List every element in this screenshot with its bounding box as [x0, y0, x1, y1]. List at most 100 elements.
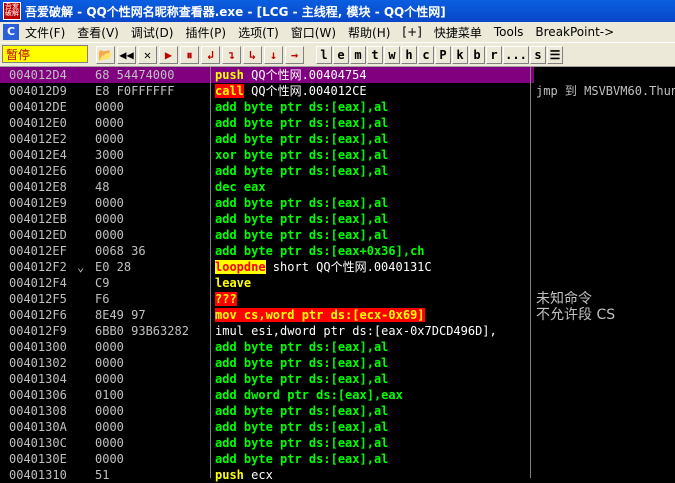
row-disassembly[interactable]: add byte ptr ds:[eax],al [211, 211, 534, 227]
menu-breakpoint[interactable]: BreakPoint-> [535, 25, 614, 39]
disassembly-pane[interactable]: 004012D4 004012D9 004012DE 004012E0 004012E2… [0, 67, 675, 482]
view-button-h[interactable]: h [401, 46, 417, 64]
view-button-t[interactable]: t [367, 46, 383, 64]
view-button-m[interactable]: m [350, 46, 366, 64]
row-hex-bytes[interactable]: 3000 [90, 147, 215, 163]
row-disassembly[interactable]: add dword ptr ds:[eax],eax [211, 387, 534, 403]
row-disassembly[interactable]: add byte ptr ds:[eax],al [211, 403, 534, 419]
row-address[interactable]: 0040130E [0, 451, 99, 467]
row-address[interactable]: 004012E0 [0, 115, 99, 131]
row-address[interactable]: 00401310 [0, 467, 99, 483]
row-disassembly[interactable]: leave [211, 275, 534, 291]
rewind-button[interactable]: ◀◀ [117, 46, 136, 64]
row-disassembly[interactable]: add byte ptr ds:[eax],al [211, 371, 534, 387]
menu-window[interactable]: 窗口(W) [291, 24, 336, 41]
row-address[interactable]: 0040130C [0, 435, 99, 451]
row-disassembly[interactable]: push ecx [211, 467, 534, 483]
row-disassembly[interactable]: add byte ptr ds:[eax],al [211, 99, 534, 115]
trace-into-button[interactable]: ↳ [243, 46, 262, 64]
row-disassembly[interactable]: push QQ个性网.00404754 [211, 67, 534, 83]
row-hex-bytes[interactable]: 0000 [90, 403, 215, 419]
row-disassembly[interactable]: add byte ptr ds:[eax],al [211, 227, 534, 243]
row-address[interactable]: 004012E2 [0, 131, 99, 147]
menu-help[interactable]: 帮助(H) [348, 24, 390, 41]
row-hex-bytes[interactable]: 6BB0 93B63282 [90, 323, 215, 339]
trace-over-button[interactable]: ↓ [264, 46, 283, 64]
row-hex-bytes[interactable]: 0000 [90, 163, 215, 179]
row-hex-bytes[interactable]: 0000 [90, 131, 215, 147]
row-disassembly[interactable]: loopdne short QQ个性网.0040131C [211, 259, 534, 275]
row-hex-bytes[interactable]: E8 F0FFFFFF [90, 83, 215, 99]
row-hex-bytes[interactable]: 0000 [90, 99, 215, 115]
view-button-P[interactable]: P [435, 46, 451, 64]
open-icon[interactable]: 📂 [96, 46, 115, 64]
row-hex-bytes[interactable]: C9 [90, 275, 215, 291]
row-hex-bytes[interactable]: 0000 [90, 211, 215, 227]
row-hex-bytes[interactable]: 0068 36 [90, 243, 215, 259]
row-disassembly[interactable]: add byte ptr ds:[eax],al [211, 355, 534, 371]
row-hex-bytes[interactable]: F6 [90, 291, 215, 307]
row-hex-bytes[interactable]: 0000 [90, 115, 215, 131]
view-button-k[interactable]: k [452, 46, 468, 64]
row-address[interactable]: 004012F9 [0, 323, 99, 339]
execute-till-return-button[interactable]: → [285, 46, 304, 64]
row-hex-bytes[interactable]: 0000 [90, 339, 215, 355]
row-address[interactable]: 004012ED [0, 227, 99, 243]
row-comment[interactable]: jmp 到 MSVBVM60.ThunRTMain [531, 83, 675, 99]
row-address[interactable]: 004012F5 [0, 291, 99, 307]
view-button-e[interactable]: e [333, 46, 349, 64]
menu-view[interactable]: 查看(V) [77, 24, 119, 41]
row-hex-bytes[interactable]: 8E49 97 [90, 307, 215, 323]
row-disassembly[interactable]: add byte ptr ds:[eax],al [211, 163, 534, 179]
view-button-w[interactable]: w [384, 46, 400, 64]
view-button-xxx[interactable]: ... [503, 46, 529, 64]
row-disassembly[interactable]: imul esi,dword ptr ds:[eax-0x7DCD496D], [211, 323, 534, 339]
row-hex-bytes[interactable]: 48 [90, 179, 215, 195]
row-disassembly[interactable]: xor byte ptr ds:[eax],al [211, 147, 534, 163]
view-button-l[interactable]: l [316, 46, 332, 64]
row-address[interactable]: 004012E4 [0, 147, 99, 163]
row-hex-bytes[interactable]: 0000 [90, 227, 215, 243]
row-hex-bytes[interactable]: 0000 [90, 355, 215, 371]
row-disassembly[interactable]: dec eax [211, 179, 534, 195]
view-button-x[interactable]: ☰ [547, 46, 563, 64]
view-button-b[interactable]: b [469, 46, 485, 64]
row-address[interactable]: 004012E6 [0, 163, 99, 179]
close-button[interactable]: ✕ [138, 46, 157, 64]
row-disassembly[interactable]: add byte ptr ds:[eax+0x36],ch [211, 243, 534, 259]
row-disassembly[interactable]: add byte ptr ds:[eax],al [211, 451, 534, 467]
row-disassembly[interactable]: call QQ个性网.004012CE [211, 83, 534, 99]
row-disassembly[interactable]: add byte ptr ds:[eax],al [211, 435, 534, 451]
run-button[interactable]: ▶ [159, 46, 178, 64]
step-into-button[interactable]: ↲ [201, 46, 220, 64]
row-address[interactable]: 004012EB [0, 211, 99, 227]
step-over-button[interactable]: ↴ [222, 46, 241, 64]
row-hex-bytes[interactable]: 51 [90, 467, 215, 483]
row-address[interactable]: 004012E9 [0, 195, 99, 211]
menu-file[interactable]: 文件(F) [25, 24, 65, 41]
row-address[interactable]: 00401302 [0, 355, 99, 371]
row-address[interactable]: 004012F6 [0, 307, 99, 323]
row-address[interactable]: 00401306 [0, 387, 99, 403]
row-hex-bytes[interactable]: 0000 [90, 451, 215, 467]
menu-tools[interactable]: Tools [494, 25, 524, 39]
menu-debug[interactable]: 调试(D) [131, 24, 174, 41]
menu-shortcut[interactable]: 快捷菜单 [434, 24, 482, 41]
menu-options[interactable]: 选项(T) [238, 24, 279, 41]
row-address[interactable]: 004012E8 [0, 179, 99, 195]
row-comment[interactable]: 不允许段 CS [531, 307, 675, 323]
row-address[interactable]: 004012DE [0, 99, 99, 115]
row-disassembly[interactable]: add byte ptr ds:[eax],al [211, 195, 534, 211]
row-disassembly[interactable]: add byte ptr ds:[eax],al [211, 131, 534, 147]
row-hex-bytes[interactable]: 0100 [90, 387, 215, 403]
menu-plugins[interactable]: 插件(P) [185, 24, 226, 41]
row-address[interactable]: 00401300 [0, 339, 99, 355]
view-button-s[interactable]: s [530, 46, 546, 64]
view-button-r[interactable]: r [486, 46, 502, 64]
row-disassembly[interactable]: add byte ptr ds:[eax],al [211, 339, 534, 355]
view-button-c[interactable]: c [418, 46, 434, 64]
row-hex-bytes[interactable]: 0000 [90, 371, 215, 387]
row-disassembly[interactable]: add byte ptr ds:[eax],al [211, 419, 534, 435]
row-address[interactable]: 004012D9 [0, 83, 99, 99]
row-hex-bytes[interactable]: 0000 [90, 435, 215, 451]
